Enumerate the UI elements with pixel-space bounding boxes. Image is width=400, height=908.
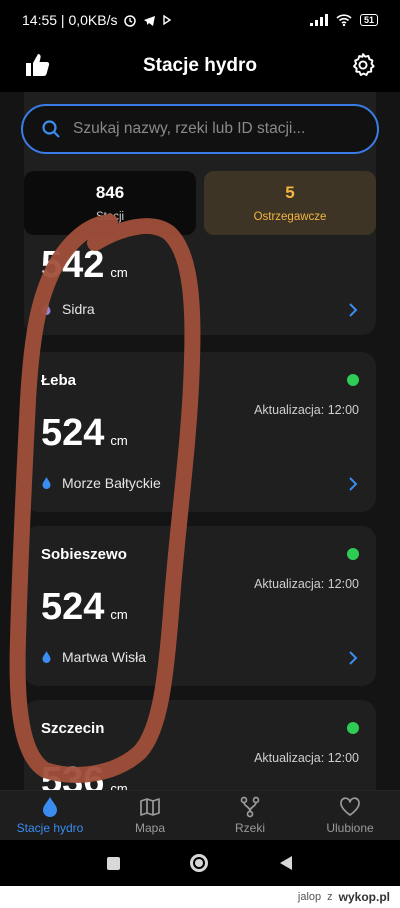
river-name: Morze Bałtyckie (62, 475, 161, 491)
tab-map[interactable]: Mapa (100, 791, 200, 840)
stat-total-stations[interactable]: 846 Stacji (24, 171, 196, 235)
tab-label: Stacje hydro (16, 821, 84, 835)
drop-icon (42, 651, 51, 663)
tab-favorites[interactable]: Ulubione (300, 791, 400, 840)
chevron-right-icon[interactable] (348, 476, 358, 492)
stat-warnings-value: 5 (285, 183, 295, 202)
station-card[interactable]: Szczecin Aktualizacja: 12:00 536 cm (24, 700, 376, 790)
bottom-tab-bar: Stacje hydro Mapa Rzeki Ulubione (0, 790, 400, 840)
stat-warnings[interactable]: 5 Ostrzegawcze (204, 171, 376, 235)
stat-total-value: 846 (95, 183, 125, 202)
alarm-icon (124, 15, 137, 27)
station-name: Sobieszewo (41, 546, 127, 563)
signal-icon (309, 14, 328, 26)
station-card[interactable]: Sobieszewo Aktualizacja: 12:00 524 cm Ma… (24, 526, 376, 686)
water-level: 524 cm (41, 586, 128, 628)
search-input[interactable]: Szukaj nazwy, rzeki lub ID stacji... (21, 104, 379, 154)
thumbs-up-icon[interactable] (24, 52, 50, 78)
station-name: Łeba (41, 372, 77, 389)
tab-label: Mapa (134, 821, 166, 835)
watermark-footer: jalop z wykop.pl (0, 886, 400, 908)
telegram-icon (144, 15, 156, 26)
content-area[interactable]: 542 cm Sidra Szukaj nazwy, rzeki lub ID … (0, 92, 400, 790)
tab-rivers[interactable]: Rzeki (200, 791, 300, 840)
search-placeholder: Szukaj nazwy, rzeki lub ID stacji... (73, 120, 306, 137)
footer-z: z (327, 891, 333, 903)
battery-icon: 51 (359, 14, 378, 26)
chevron-right-icon[interactable] (348, 302, 358, 318)
app-bar: Stacje hydro (0, 40, 400, 92)
river-name: Sidra (62, 301, 95, 317)
river-info: Sidra (41, 301, 95, 317)
river-info: Morze Bałtyckie (41, 475, 161, 491)
system-nav-bar (0, 840, 400, 886)
play-icon (163, 14, 172, 26)
station-card[interactable]: Łeba Aktualizacja: 12:00 524 cm Morze Ba… (24, 352, 376, 512)
river-name: Martwa Wisła (62, 649, 147, 665)
river-fork-icon (240, 796, 260, 818)
station-name: Szczecin (41, 720, 105, 737)
update-time: Aktualizacja: 12:00 (254, 751, 359, 765)
drop-icon (42, 477, 51, 489)
tab-stations[interactable]: Stacje hydro (0, 791, 100, 840)
water-level: 524 cm (41, 412, 128, 454)
gear-icon[interactable] (350, 52, 376, 78)
heart-icon (340, 797, 360, 816)
search-icon (42, 120, 60, 138)
water-level: 542 cm (41, 244, 128, 286)
map-icon (140, 798, 160, 816)
back-button[interactable] (278, 854, 294, 872)
drop-icon (43, 797, 57, 817)
status-dot (347, 548, 359, 560)
river-info: Martwa Wisła (41, 649, 146, 665)
tab-label: Rzeki (234, 821, 265, 835)
update-time: Aktualizacja: 12:00 (254, 403, 359, 417)
home-button[interactable] (189, 854, 208, 872)
chevron-right-icon[interactable] (348, 650, 358, 666)
recents-button[interactable] (106, 856, 120, 870)
water-level: 536 cm (41, 760, 128, 790)
author-name: jalop (297, 891, 322, 903)
update-time: Aktualizacja: 12:00 (254, 577, 359, 591)
page-title: Stacje hydro (142, 55, 258, 76)
drop-icon (42, 303, 51, 315)
status-dot (347, 722, 359, 734)
wifi-icon (336, 14, 352, 26)
status-time: 14:55 | 0,0KB/s (22, 12, 118, 28)
stat-warnings-label: Ostrzegawcze (253, 211, 327, 223)
site-logo: wykop.pl (338, 890, 390, 904)
status-dot (347, 374, 359, 386)
stat-total-label: Stacji (95, 211, 125, 223)
tab-label: Ulubione (326, 821, 374, 835)
status-bar: 14:55 | 0,0KB/s 51 (0, 0, 400, 40)
